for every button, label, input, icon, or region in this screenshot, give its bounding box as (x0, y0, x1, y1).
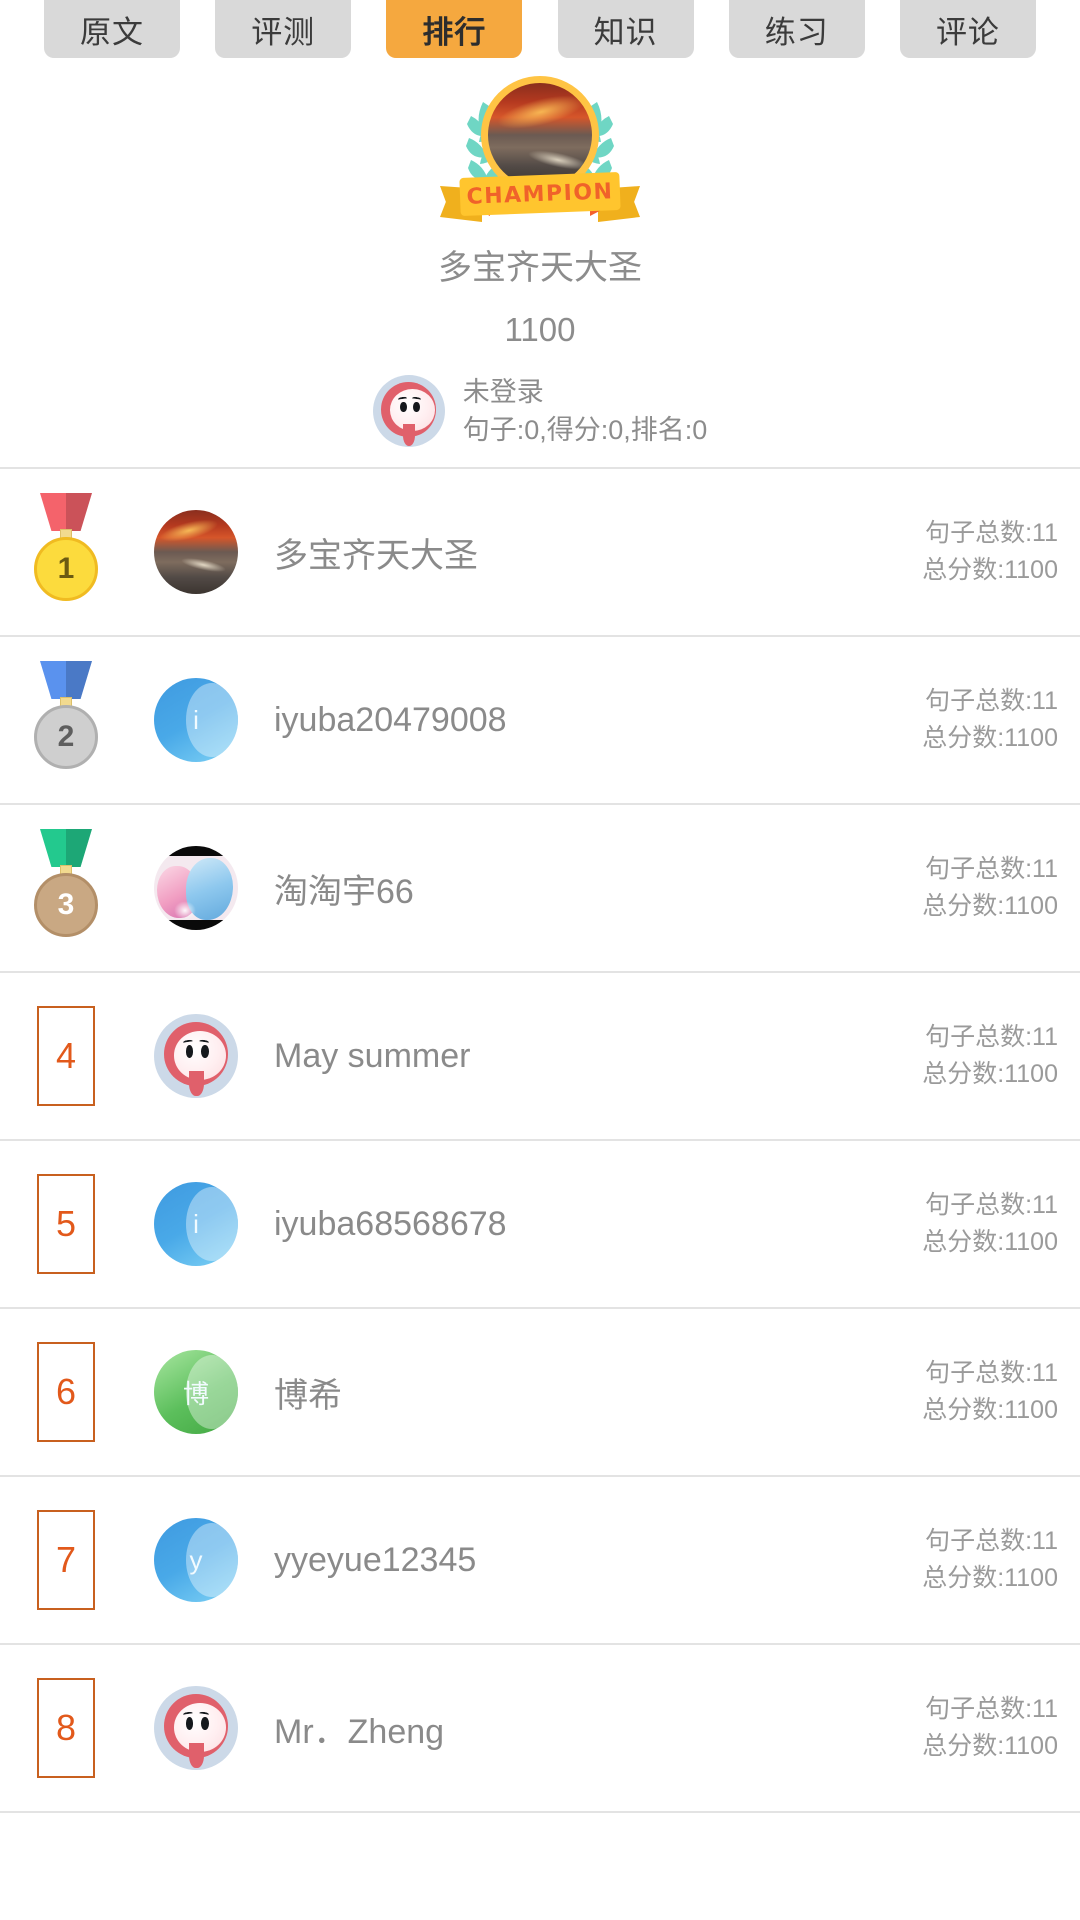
avatar-cell[interactable] (132, 1686, 260, 1770)
user-name: yyeyue12345 (274, 1540, 477, 1579)
avatar-cell[interactable] (132, 846, 260, 930)
ranking-row[interactable]: 4 May summer 句子总数:11 总分数:1100 (0, 973, 1080, 1141)
user-stats-cell: 句子总数:11 总分数:1100 (780, 1355, 1080, 1429)
user-stats-cell: 句子总数:11 总分数:1100 (780, 851, 1080, 925)
user-stats-cell: 句子总数:11 总分数:1100 (780, 683, 1080, 757)
ranking-row[interactable]: 3 淘淘宇66 句子总数:11 总分数:1100 (0, 805, 1080, 973)
photo-glint (527, 146, 589, 174)
user-stats-cell: 句子总数:11 总分数:1100 (780, 1523, 1080, 1597)
champion-ribbon: CHAMPION (440, 171, 640, 222)
tab-1[interactable]: 原文 (44, 0, 180, 58)
medal-icon-rank-2: 2 (29, 661, 103, 779)
avatar-cell[interactable]: i (132, 1182, 260, 1266)
ranking-list: 1 多宝齐天大圣 句子总数:11 总分数:1100 2 i iyuba20479008 句子总… (0, 467, 1080, 1813)
ranking-row[interactable]: 8 Mr．Zheng 句子总数:11 总分数:1100 (0, 1645, 1080, 1813)
photo-flare (494, 88, 588, 136)
avatar-cell[interactable] (132, 510, 260, 594)
user-name: 博希 (274, 1376, 342, 1415)
user-stats-cell: 句子总数:11 总分数:1100 (780, 1187, 1080, 1261)
ranking-row[interactable]: 2 i iyuba20479008 句子总数:11 总分数:1100 (0, 637, 1080, 805)
current-user-stats: 句子:0,得分:0,排名:0 (462, 415, 708, 445)
current-user-name: 未登录 (462, 377, 544, 407)
avatar-cell[interactable] (132, 1014, 260, 1098)
total-score: 总分数:1100 (922, 1396, 1058, 1424)
rank-cell: 2 (0, 661, 132, 779)
total-score: 总分数:1100 (922, 1732, 1058, 1760)
total-score: 总分数:1100 (922, 556, 1058, 584)
rank-number-box: 8 (37, 1678, 95, 1778)
tab-4[interactable]: 知识 (557, 0, 694, 58)
letter-avatar-bo: 博 (154, 1350, 238, 1434)
hood-character-avatar (372, 375, 445, 447)
user-name: iyuba20479008 (274, 700, 507, 739)
total-score: 总分数:1100 (922, 1228, 1058, 1256)
rank-number-box: 7 (37, 1510, 95, 1610)
rank-cell: 5 (0, 1174, 132, 1274)
medal-icon-rank-3: 3 (29, 829, 103, 947)
user-name: Mr．Zheng (274, 1712, 445, 1751)
current-user-row[interactable]: 未登录 句子:0,得分:0,排名:0 (0, 373, 1080, 449)
tab-bar: 原文 评测 排行 知识 练习 评论 (0, 0, 1080, 58)
rank-cell: 4 (0, 1006, 132, 1106)
rank-cell: 6 (0, 1342, 132, 1442)
ranking-row[interactable]: 5 i iyuba68568678 句子总数:11 总分数:1100 (0, 1141, 1080, 1309)
rank-number-box: 6 (37, 1342, 95, 1442)
ribbon-label: CHAMPION (466, 178, 614, 210)
ribbon-band: CHAMPION (459, 171, 621, 217)
sentence-count: 句子总数:11 (925, 855, 1058, 883)
sentence-count: 句子总数:11 (925, 687, 1058, 715)
total-score: 总分数:1100 (922, 724, 1058, 752)
rank-number-box: 4 (37, 1006, 95, 1106)
medal-icon-rank-1: 1 (29, 493, 103, 611)
user-name: iyuba68568678 (274, 1204, 507, 1243)
ranking-row[interactable]: 6 博博希 句子总数:11 总分数:1100 (0, 1309, 1080, 1477)
user-stats-cell: 句子总数:11 总分数:1100 (780, 1691, 1080, 1765)
hood-character-avatar (154, 1014, 238, 1098)
user-stats-cell: 句子总数:11 总分数:1100 (780, 515, 1080, 589)
current-user-text: 未登录 句子:0,得分:0,排名:0 (463, 373, 708, 449)
letter-avatar-y: y (154, 1518, 238, 1602)
sentence-count: 句子总数:11 (925, 1359, 1058, 1387)
user-name: 多宝齐天大圣 (274, 536, 478, 575)
rank-cell: 1 (0, 493, 132, 611)
champion-section: CHAMPION 多宝齐天大圣 1100 (0, 58, 1080, 349)
user-name: 淘淘宇66 (274, 872, 414, 911)
ranking-row[interactable]: 1 多宝齐天大圣 句子总数:11 总分数:1100 (0, 469, 1080, 637)
user-name: May summer (274, 1036, 471, 1075)
sentence-count: 句子总数:11 (925, 1695, 1058, 1723)
tab-2[interactable]: 评测 (215, 0, 352, 58)
champion-score: 1100 (504, 311, 576, 348)
tab-5[interactable]: 练习 (728, 0, 865, 58)
tab-3[interactable]: 排行 (386, 0, 523, 58)
medal-rank-number: 3 (34, 873, 98, 937)
user-stats-cell: 句子总数:11 总分数:1100 (780, 1019, 1080, 1093)
sentence-count: 句子总数:11 (925, 1023, 1058, 1051)
champion-name: 多宝齐天大圣 (438, 249, 642, 287)
rank-number-box: 5 (37, 1174, 95, 1274)
avatar-cell[interactable]: i (132, 678, 260, 762)
letter-avatar-i: i (154, 1182, 238, 1266)
hood-character-avatar (154, 1686, 238, 1770)
rank-cell: 8 (0, 1678, 132, 1778)
tab-6[interactable]: 评论 (899, 0, 1036, 58)
champion-badge: CHAMPION (425, 76, 655, 226)
sentence-count: 句子总数:11 (925, 1191, 1058, 1219)
total-score: 总分数:1100 (922, 1564, 1058, 1592)
anime-art-avatar (154, 846, 238, 930)
avatar-cell[interactable]: 博 (132, 1350, 260, 1434)
sentence-count: 句子总数:11 (925, 1527, 1058, 1555)
rank-cell: 3 (0, 829, 132, 947)
avatar-cell[interactable]: y (132, 1518, 260, 1602)
total-score: 总分数:1100 (922, 892, 1058, 920)
medal-rank-number: 2 (34, 705, 98, 769)
game-photo-avatar (154, 510, 238, 594)
total-score: 总分数:1100 (922, 1060, 1058, 1088)
rank-cell: 7 (0, 1510, 132, 1610)
letter-avatar-i: i (154, 678, 238, 762)
ranking-row[interactable]: 7 y yyeyue12345 句子总数:11 总分数:1100 (0, 1477, 1080, 1645)
sentence-count: 句子总数:11 (925, 519, 1058, 547)
medal-rank-number: 1 (34, 537, 98, 601)
